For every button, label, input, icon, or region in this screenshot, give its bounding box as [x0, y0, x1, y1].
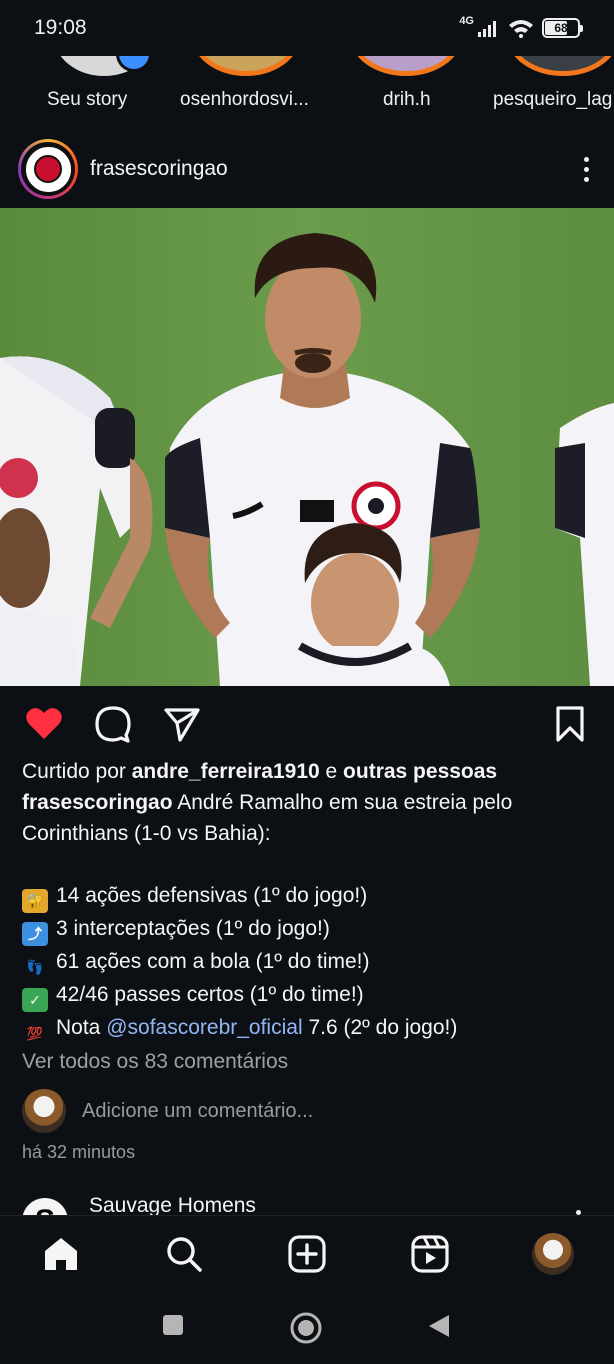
- post-header: frasescoringao: [0, 130, 614, 208]
- caption-username[interactable]: frasescoringao: [22, 791, 173, 814]
- status-time: 19:08: [34, 16, 87, 39]
- caption-line: frasescoringao André Ramalho em sua estr…: [22, 791, 513, 814]
- story-avatar: [192, 56, 300, 76]
- story-label: osenhordosvi...: [180, 89, 309, 110]
- like-heart-icon[interactable]: [24, 704, 64, 744]
- stat-line: ✓ 42/46 passes certos (1º do time!): [22, 979, 602, 1012]
- post-photo-illustration: [0, 208, 614, 686]
- more-options-icon[interactable]: [576, 156, 596, 182]
- add-comment-input[interactable]: Adicione um comentário...: [82, 1100, 313, 1123]
- post-author-username[interactable]: frasescoringao: [90, 157, 228, 181]
- system-navigation-bar: [0, 1291, 614, 1364]
- next-post-avatar[interactable]: S: [22, 1198, 68, 1216]
- sofascore-mention-link[interactable]: @sofascorebr_oficial: [106, 1016, 302, 1039]
- create-post-icon[interactable]: [287, 1234, 327, 1274]
- liked-by-username[interactable]: andre_ferreira1910: [132, 760, 320, 783]
- post-author-avatar[interactable]: [18, 139, 78, 199]
- current-user-avatar: [22, 1089, 66, 1133]
- signal-icon: [478, 21, 496, 37]
- story-label: drih.h: [383, 89, 431, 110]
- corinthians-logo-icon: [23, 144, 73, 194]
- post-caption: Curtido por andre_ferreira1910 e outras …: [22, 756, 602, 1077]
- profile-avatar-tab[interactable]: [532, 1233, 574, 1275]
- back-button-icon[interactable]: [427, 1313, 451, 1339]
- recent-apps-icon[interactable]: [161, 1313, 185, 1337]
- next-post-username[interactable]: Sauvage Homens: [89, 1194, 256, 1216]
- wifi-icon: [509, 20, 533, 38]
- share-send-icon[interactable]: [162, 704, 202, 744]
- view-all-comments-link[interactable]: Ver todos os 83 comentários: [22, 1046, 602, 1077]
- battery-level: 68: [554, 21, 568, 35]
- stat-line: 🔐 14 ações defensivas (1º do jogo!): [22, 880, 602, 913]
- status-icons: 4G 68: [459, 15, 583, 38]
- story-label: pesqueiro_lag: [493, 89, 613, 110]
- caption-line: Corinthians (1-0 vs Bahia):: [22, 822, 271, 845]
- stat-line: 👣 61 ações com a bola (1º do time!): [22, 946, 602, 979]
- add-comment-row[interactable]: Adicione um comentário...: [22, 1089, 313, 1133]
- hundred-points-emoji-icon: 💯: [26, 1026, 44, 1041]
- story-label: Seu story: [47, 89, 128, 110]
- battery-icon: 68: [542, 18, 583, 38]
- status-bar: 19:08 4G 68: [0, 0, 614, 56]
- reels-icon[interactable]: [410, 1234, 450, 1274]
- stories-tray: Seu story osenhordosvi... drih.h pesquei…: [0, 56, 614, 126]
- network-type-label: 4G: [459, 15, 474, 27]
- post-photo[interactable]: [0, 208, 614, 686]
- story-avatar: [507, 56, 614, 76]
- next-post-header: S Sauvage Homens: [0, 1190, 614, 1216]
- comment-icon[interactable]: [93, 704, 133, 744]
- stat-line: ⤴ 3 interceptações (1º do jogo!): [22, 913, 602, 946]
- liked-by-line: Curtido por andre_ferreira1910 e outras …: [22, 760, 498, 783]
- home-icon[interactable]: [41, 1234, 81, 1274]
- arrow-up-emoji-icon: ⤴: [22, 922, 48, 946]
- story-avatar: [350, 56, 462, 76]
- lock-key-emoji-icon: 🔐: [22, 889, 48, 913]
- bottom-navigation: [0, 1215, 614, 1291]
- search-icon[interactable]: [164, 1234, 204, 1274]
- footprints-emoji-icon: 👣: [26, 959, 44, 975]
- liked-by-others[interactable]: outras pessoas: [343, 760, 497, 783]
- save-bookmark-icon[interactable]: [550, 704, 590, 744]
- check-mark-emoji-icon: ✓: [22, 988, 48, 1012]
- home-button-icon[interactable]: [289, 1311, 323, 1345]
- post-actions: [0, 696, 614, 752]
- stat-line: 💯 Nota @sofascorebr_oficial 7.6 (2º do jo…: [22, 1012, 602, 1046]
- post-timestamp: há 32 minutos: [22, 1142, 136, 1162]
